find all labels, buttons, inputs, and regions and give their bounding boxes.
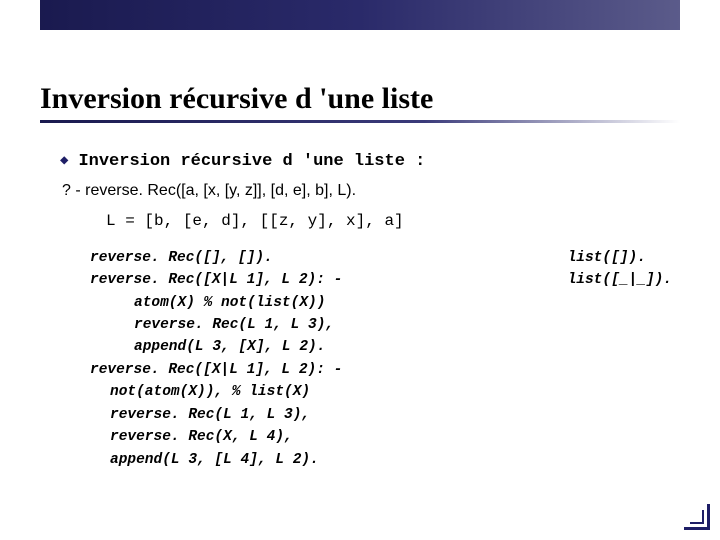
slide: Inversion récursive d 'une liste ◆ Inver… <box>0 0 720 540</box>
code-line: reverse. Rec(X, L 4), <box>90 426 690 448</box>
header-band <box>40 0 680 30</box>
code-line: append(L 3, [X], L 2). <box>90 336 690 358</box>
prolog-result: L = [b, [e, d], [[z, y], x], a] <box>106 210 690 232</box>
title-area: Inversion récursive d 'une liste <box>40 82 680 123</box>
code-line: not(atom(X)), % list(X) <box>90 381 690 403</box>
side-note-line: list([]). <box>568 248 672 270</box>
bullet-item: ◆ Inversion récursive d 'une liste : <box>60 150 690 174</box>
bullet-label: Inversion récursive d 'une liste : <box>78 150 425 174</box>
diamond-bullet-icon: ◆ <box>60 152 68 172</box>
corner-accent-icon <box>684 504 710 530</box>
title-underline <box>40 120 680 123</box>
slide-title: Inversion récursive d 'une liste <box>40 82 680 116</box>
code-line: append(L 3, [L 4], L 2). <box>90 449 690 471</box>
code-line: reverse. Rec(L 1, L 3), <box>90 314 690 336</box>
side-note: list([]). list([_|_]). <box>568 248 672 292</box>
code-line: atom(X) % not(list(X)) <box>90 292 690 314</box>
content-area: ◆ Inversion récursive d 'une liste : ? -… <box>60 150 690 471</box>
prolog-query: ? - reverse. Rec([a, [x, [y, z]], [d, e]… <box>60 180 690 202</box>
code-line: reverse. Rec([X|L 1], L 2): - <box>90 359 690 381</box>
code-line: reverse. Rec(L 1, L 3), <box>90 404 690 426</box>
side-note-line: list([_|_]). <box>568 270 672 292</box>
